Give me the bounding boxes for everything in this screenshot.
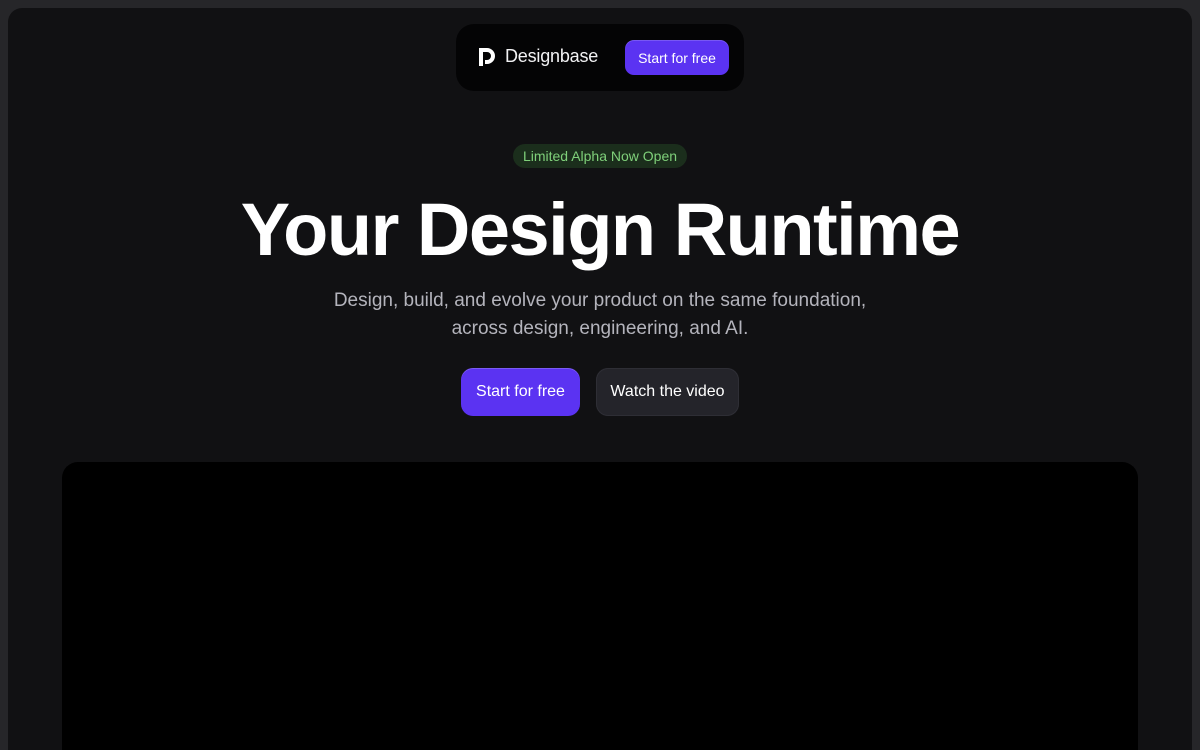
- watch-video-button[interactable]: Watch the video: [596, 368, 739, 416]
- start-for-free-button[interactable]: Start for free: [461, 368, 580, 416]
- brand-name[interactable]: Designbase: [505, 46, 598, 67]
- product-preview-panel: [62, 462, 1138, 750]
- hero-title: Your Design Runtime: [240, 188, 961, 271]
- hero-subtitle-line-2: across design, engineering, and AI.: [451, 318, 749, 339]
- top-navbar: Designbase Start for free: [456, 24, 744, 91]
- nav-start-for-free-button[interactable]: Start for free: [625, 40, 729, 75]
- page-frame: Designbase Start for free Limited Alpha …: [8, 8, 1192, 750]
- designbase-logo-icon[interactable]: [478, 47, 496, 67]
- alpha-status-badge: Limited Alpha Now Open: [513, 144, 687, 168]
- hero-subtitle-line-1: Design, build, and evolve your product o…: [333, 290, 867, 311]
